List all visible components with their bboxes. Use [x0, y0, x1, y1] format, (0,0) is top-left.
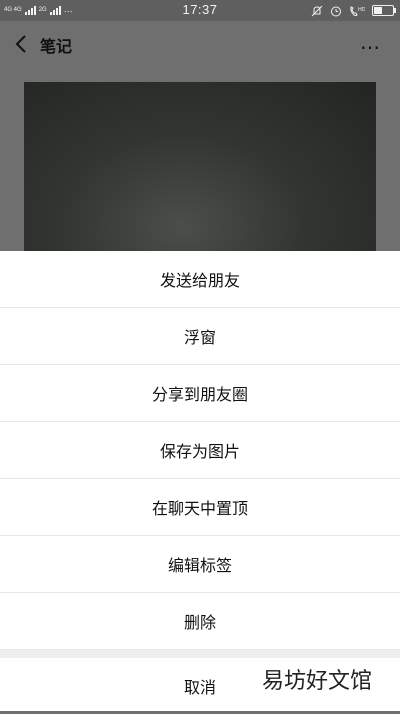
battery-fill: [374, 7, 382, 14]
floating-window-button[interactable]: 浮窗: [0, 308, 400, 365]
delete-button[interactable]: 删除: [0, 593, 400, 650]
back-arrow-icon[interactable]: [12, 33, 32, 55]
status-bar: 4G 4G 2G ··· 17:37 HD: [0, 0, 400, 21]
status-right: HD: [311, 2, 396, 19]
silent-bell-icon: [311, 5, 323, 16]
hd-call-icon: HD: [350, 5, 365, 16]
save-as-image-button[interactable]: 保存为图片: [0, 422, 400, 479]
alarm-icon: [331, 6, 341, 16]
sheet-divider: [0, 650, 400, 658]
share-to-moments-button[interactable]: 分享到朋友圈: [0, 365, 400, 422]
action-sheet: 发送给朋友 浮窗 分享到朋友圈 保存为图片 在聊天中置顶 编辑标签 删除 取消: [0, 251, 400, 711]
edit-tags-button[interactable]: 编辑标签: [0, 536, 400, 593]
svg-text:HD: HD: [358, 7, 365, 13]
page-title: 笔记: [40, 37, 73, 56]
pin-in-chat-button[interactable]: 在聊天中置顶: [0, 479, 400, 536]
watermark-text: 易坊好文馆: [261, 669, 372, 694]
send-to-friend-button[interactable]: 发送给朋友: [0, 251, 400, 308]
header: 笔记 …: [0, 21, 400, 67]
battery-icon: [372, 5, 396, 16]
note-image: [24, 82, 376, 252]
more-options-icon[interactable]: …: [360, 32, 380, 52]
